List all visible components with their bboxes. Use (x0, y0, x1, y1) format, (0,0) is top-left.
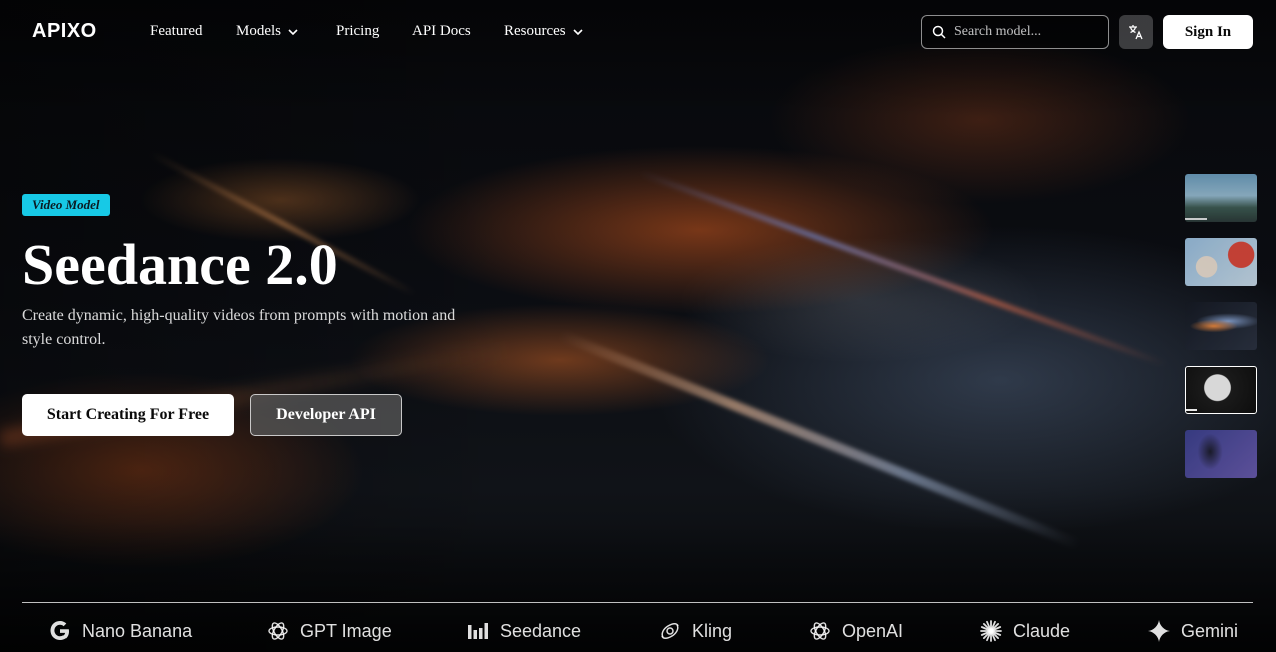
nav-api-docs[interactable]: API Docs (412, 23, 471, 40)
nav-models-label: Models (236, 23, 281, 39)
openai-icon (268, 622, 288, 640)
developer-api-button[interactable]: Developer API (250, 394, 402, 436)
helmet-scene-thumb[interactable] (1185, 366, 1257, 414)
search-icon (932, 25, 946, 39)
search-input[interactable] (954, 24, 1104, 40)
flowers-scene-thumb[interactable] (1185, 238, 1257, 286)
brand-label: Seedance (500, 620, 582, 641)
brand-kling[interactable]: Kling (658, 619, 732, 643)
bars-icon (468, 623, 488, 639)
nav-api-docs-label: API Docs (412, 23, 471, 39)
nav-pricing-label: Pricing (336, 23, 380, 39)
brand-label: Claude (1013, 620, 1071, 641)
model-type-badge: Video Model (22, 194, 110, 216)
brand-gemini[interactable]: Gemini (1147, 619, 1238, 643)
nav-resources-label: Resources (504, 23, 566, 39)
brand-seedance[interactable]: Seedance (466, 619, 581, 643)
dancer-scene-thumb[interactable] (1185, 430, 1257, 478)
google-icon (50, 621, 69, 640)
brand-openai[interactable]: OpenAI (808, 619, 903, 643)
thumb-progress-bar (1185, 218, 1207, 220)
claude-icon (980, 620, 1002, 642)
brand-strip-divider (22, 602, 1253, 603)
hero-subtitle: Create dynamic, high-quality videos from… (22, 307, 456, 348)
translate-icon (1129, 25, 1143, 40)
nav-pricing[interactable]: Pricing (336, 23, 379, 40)
brand-label: Kling (692, 620, 733, 641)
brand-gpt-image[interactable]: GPT Image (266, 619, 392, 643)
hero-title: Seedance 2.0 (22, 232, 338, 297)
start-creating-button[interactable]: Start Creating For Free (22, 394, 234, 436)
gemini-icon (1148, 620, 1170, 642)
language-button[interactable] (1119, 15, 1153, 49)
brand-nano-banana[interactable]: Nano Banana (48, 619, 192, 643)
brand-claude[interactable]: Claude (979, 619, 1070, 643)
brand-label: GPT Image (300, 620, 392, 641)
openai-icon (810, 622, 830, 640)
thumb-progress-bar (1186, 409, 1197, 411)
chevron-down-icon (288, 28, 298, 35)
nav-resources[interactable]: Resources (504, 23, 584, 40)
nav-featured-label: Featured (150, 23, 203, 39)
brand-label: Gemini (1181, 620, 1239, 641)
runner-scene-thumb[interactable] (1185, 174, 1257, 222)
nav-models[interactable]: Models (236, 23, 299, 40)
nav-featured[interactable]: Featured (150, 23, 202, 40)
logo[interactable]: APIXO (32, 20, 97, 43)
search-box[interactable] (921, 15, 1109, 49)
sign-in-button[interactable]: Sign In (1163, 15, 1253, 49)
top-nav: APIXO Featured Models Pricing API Docs R… (0, 0, 1276, 64)
kling-icon (661, 623, 679, 639)
light-streak-thumb[interactable] (1185, 302, 1257, 350)
brand-label: OpenAI (842, 620, 904, 641)
chevron-down-icon (573, 28, 583, 35)
brand-label: Nano Banana (82, 620, 193, 641)
